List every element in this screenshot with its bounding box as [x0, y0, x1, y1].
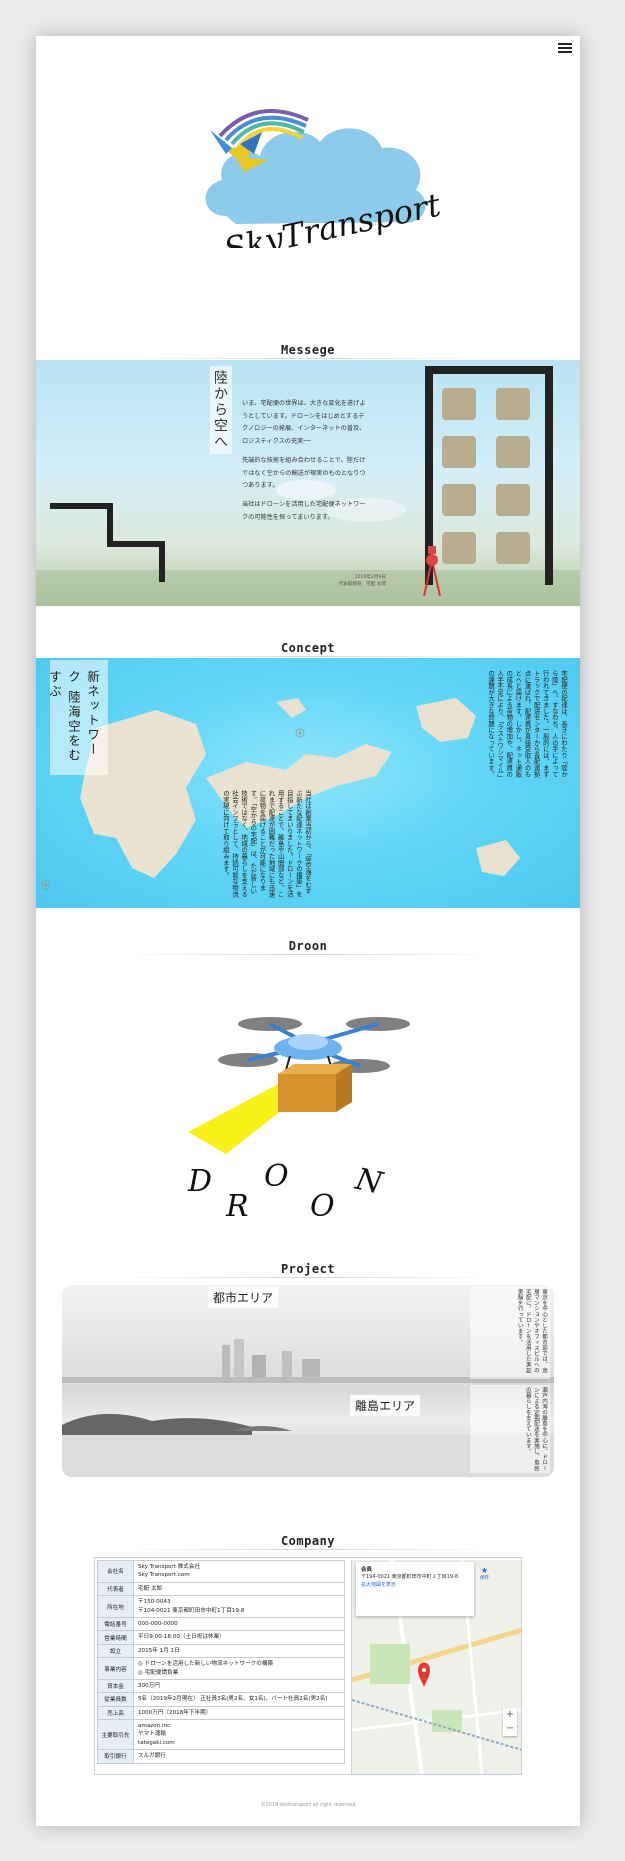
map-info-card: 会員 〒194-0021 東京都町田市中町１丁目19-8 拡大地図を表示: [356, 1562, 474, 1616]
table-row: 取引銀行 スルガ銀行: [97, 1749, 345, 1764]
map-save-label: 保存: [480, 1576, 489, 1581]
urban-area-text: 東京を中心とした都市部では、高層マンションやオフィスビルへの宅配に、ドローンを活…: [470, 1287, 550, 1379]
section-divider: [106, 954, 510, 955]
company-table: 会社名 Sky Transport 株式会社 Sky Transport.com …: [97, 1560, 345, 1764]
row-value: 5名（2019年2月現在） 正社員3名(男2名、女1名)、パート社員2名(男2名…: [133, 1692, 345, 1707]
message-section: 陸から空へ いま、宅配便の世界は、大きな変化を遂げようとしています。ドローンをは…: [36, 360, 580, 606]
map-save-button[interactable]: ★ 保存: [480, 1566, 489, 1581]
row-label: 営業時間: [97, 1630, 134, 1645]
section-title-project: Project: [280, 1262, 336, 1276]
row-label: 資本金: [97, 1678, 134, 1694]
svg-text:O: O: [264, 1159, 289, 1194]
section-title-message: Messege: [280, 343, 336, 357]
svg-text:N: N: [352, 1162, 388, 1202]
message-paragraph: 先端的な技術を組み合わせることで、陸だけではなく空からの輸送が現実のものとなりつ…: [242, 456, 366, 490]
row-value: 300万円: [133, 1678, 345, 1694]
table-row: 営業時間 平日9:00-18:00（土日祝は休業）: [97, 1630, 345, 1645]
map-address: 〒194-0021 東京都町田市中町１丁目19-8: [361, 1574, 459, 1581]
company-info: 会社名 Sky Transport 株式会社 Sky Transport.com …: [94, 1557, 522, 1775]
message-paragraph: 当社はドローンを活用した宅配便ネットワークの可能性を探ってまいります。: [242, 500, 366, 521]
section-title-company: Company: [280, 1534, 336, 1548]
map-enlarge-link[interactable]: 拡大地図を表示: [361, 1582, 469, 1590]
table-row: 設立 2015年 1月 1日: [97, 1643, 345, 1659]
table-row: 所在地 〒150-0043 〒104-0021 東京都町田市中町1丁目19-8: [97, 1595, 345, 1618]
row-value: 平日9:00-18:00（土日祝は休業）: [133, 1630, 345, 1645]
section-title-droon: Droon: [288, 939, 328, 953]
row-value: スルガ銀行: [133, 1749, 345, 1764]
row-value: 2015年 1月 1日: [133, 1643, 345, 1659]
urban-area-label: 都市エリア: [208, 1287, 279, 1308]
message-date: 2019年2月9日: [354, 575, 386, 580]
skytransport-logo: SkyTransport: [205, 109, 444, 248]
row-value: 000-000-0000: [133, 1616, 345, 1632]
table-row: 従業員数 5名（2019年2月現在） 正社員3名(男2名、女1名)、パート社員2名…: [97, 1692, 345, 1707]
zoom-in-icon[interactable]: +: [503, 1708, 517, 1722]
message-body: いま、宅配便の世界は、大きな変化を遂げようとしています。ドローンをはじめとするテ…: [242, 398, 368, 530]
hamburger-icon[interactable]: [558, 43, 572, 55]
row-label: 電話番号: [97, 1616, 134, 1632]
zoom-out-icon[interactable]: −: [503, 1722, 517, 1736]
project-section: 都市エリア 離島エリア 東京を中心とした都市部では、高層マンションやオフィスビル…: [62, 1285, 554, 1477]
table-row: 代表者 宅配 太郎: [97, 1581, 345, 1597]
concept-text-right: 宅配便の配達は、長きにわたり「陸から陸」へ、すなわち、人の手によって行われてきま…: [487, 670, 567, 781]
row-label: 従業員数: [97, 1692, 134, 1707]
table-row: 会社名 Sky Transport 株式会社 Sky Transport.com: [97, 1560, 345, 1583]
row-label: 事業内容: [97, 1657, 134, 1680]
row-value: 宅配 太郎: [133, 1581, 345, 1597]
row-label: 所在地: [97, 1595, 134, 1618]
row-label: 設立: [97, 1643, 134, 1659]
table-row: 資本金 300万円: [97, 1678, 345, 1694]
concept-heading: 新ネットワーク 陸海空をむすぶ: [47, 660, 108, 775]
message-signature: 代表取締役 宅配 太郎: [338, 582, 386, 588]
row-value: 〒150-0043 〒104-0021 東京都町田市中町1丁目19-8: [133, 1595, 345, 1618]
embedded-map[interactable]: 会員 〒194-0021 東京都町田市中町１丁目19-8 拡大地図を表示 ★ 保…: [351, 1560, 521, 1774]
message-signature-block: 2019年2月9日 代表取締役 宅配 太郎: [266, 574, 386, 589]
message-paragraph: いま、宅配便の世界は、大きな変化を遂げようとしています。ドローンをはじめとするテ…: [242, 400, 366, 446]
row-label: 主要取引先: [97, 1719, 134, 1751]
row-label: 売上高: [97, 1705, 134, 1721]
row-value: Sky Transport 株式会社 Sky Transport.com: [133, 1560, 345, 1583]
svg-text:D: D: [187, 1164, 212, 1199]
row-label: 取引銀行: [97, 1749, 134, 1764]
row-label: 会社名: [97, 1560, 134, 1583]
row-value: 1000万円（2018年下半期）: [133, 1705, 345, 1721]
star-icon: ★: [480, 1566, 489, 1575]
island-area-text: 瀬戸内海の離島を中心に、ドローンによる定期配送を実施し、島民の暮らしを支えていま…: [470, 1385, 550, 1473]
section-title-concept: Concept: [280, 641, 336, 655]
section-divider: [106, 1277, 510, 1278]
row-value: amazon.inc ヤマト運輸 tategaki.com: [133, 1719, 345, 1751]
section-divider: [106, 656, 510, 657]
footer-copyright: ©2019 skytransport all right reserved: [260, 1802, 356, 1808]
drone-illustration: D R O O N: [187, 1017, 410, 1224]
map-place-name: 会員: [361, 1567, 373, 1573]
table-row: 売上高 1000万円（2018年下半期）: [97, 1705, 345, 1721]
row-label: 代表者: [97, 1581, 134, 1597]
message-heading: 陸から空へ: [210, 366, 232, 454]
table-row: 電話番号 000-000-0000: [97, 1616, 345, 1632]
section-divider: [106, 1549, 510, 1550]
section-divider: [106, 358, 510, 359]
table-row: 事業内容 ◎ ドローンを活用した新しい物流ネットワークの構築 ◎ 宅配便請負業: [97, 1657, 345, 1680]
row-value: ◎ ドローンを活用した新しい物流ネットワークの構築 ◎ 宅配便請負業: [133, 1657, 345, 1680]
svg-text:O: O: [310, 1189, 335, 1224]
concept-section: 新ネットワーク 陸海空をむすぶ 宅配便の配達は、長きにわたり「陸から陸」へ、すな…: [36, 658, 580, 908]
svg-text:R: R: [225, 1189, 249, 1224]
map-zoom-control[interactable]: + −: [503, 1708, 517, 1736]
table-row: 主要取引先 amazon.inc ヤマト運輸 tategaki.com: [97, 1719, 345, 1751]
concept-text-left: 当社は創業当初から、「陸空海をむすぶ新たな配達ネットワークの構築」を目指してまい…: [221, 790, 311, 898]
island-area-label: 離島エリア: [350, 1395, 421, 1416]
page-container: SkyTransport Messege 陸から空へ いま、宅配便の世界は、大き: [36, 36, 580, 1826]
